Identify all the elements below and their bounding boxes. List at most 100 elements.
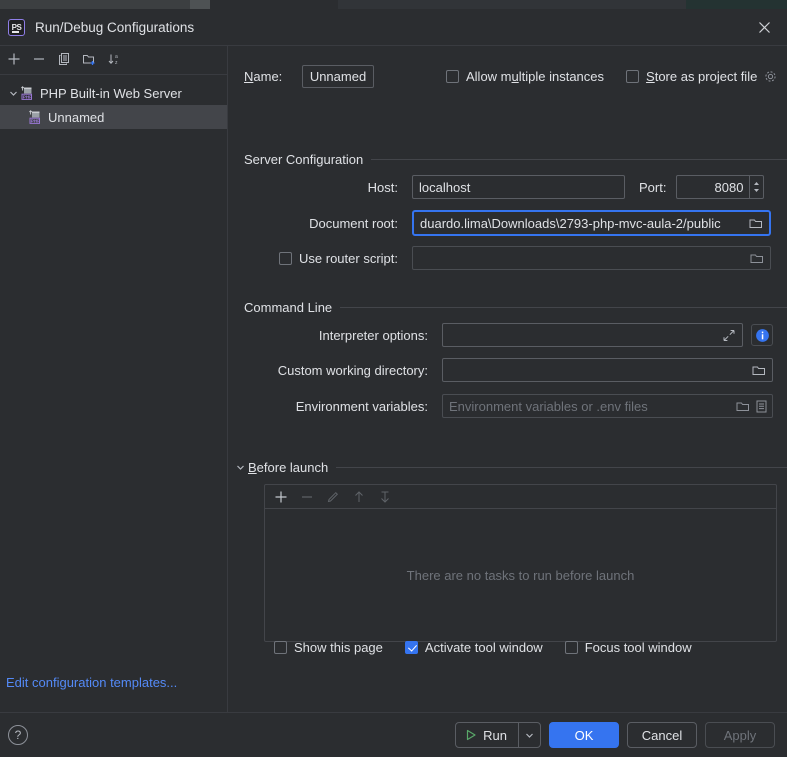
browse-folder-icon[interactable] xyxy=(748,252,766,265)
environment-variables-list-icon[interactable] xyxy=(752,400,770,413)
environment-variables-row: Environment variables: Environment varia… xyxy=(244,394,787,418)
store-as-project-file-label: Store as project file xyxy=(646,68,758,84)
focus-tool-window-label: Focus tool window xyxy=(584,640,692,655)
allow-multiple-instances-checkbox[interactable]: Allow multiple instances xyxy=(446,69,604,84)
before-launch-section-header: Before launch xyxy=(232,460,787,475)
remove-task-button xyxy=(295,486,319,508)
add-configuration-button[interactable] xyxy=(2,48,26,70)
run-button[interactable]: Run xyxy=(456,723,518,747)
copy-configuration-button[interactable] xyxy=(52,48,76,70)
help-icon[interactable]: ? xyxy=(8,725,28,745)
checkbox-box[interactable] xyxy=(404,641,418,654)
environment-variables-placeholder: Environment variables or .env files xyxy=(449,398,648,414)
run-button-label: Run xyxy=(483,727,507,743)
dialog-title: Run/Debug Configurations xyxy=(35,19,195,35)
expand-editor-icon[interactable] xyxy=(720,329,738,342)
use-router-script-label: Use router script: xyxy=(299,250,398,266)
before-launch-toolbar xyxy=(265,485,776,509)
store-as-project-file-checkbox[interactable]: Store as project file xyxy=(626,69,777,84)
launch-options-row: Show this page Activate tool window Focu… xyxy=(274,640,692,655)
checkbox-box[interactable] xyxy=(626,69,640,83)
use-router-script-row: Use router script: xyxy=(244,246,787,270)
interpreter-options-label: Interpreter options: xyxy=(318,327,428,343)
command-line-section-header: Command Line xyxy=(244,300,787,315)
dialog-title-bar: PS Run/Debug Configurations xyxy=(0,9,787,45)
section-rule xyxy=(340,307,787,308)
php-server-icon: PHP xyxy=(28,109,43,125)
run-debug-configurations-dialog: PS Run/Debug Configurations a z PHP PHP … xyxy=(0,0,787,757)
play-icon xyxy=(465,729,477,741)
add-task-button[interactable] xyxy=(269,486,293,508)
before-launch-empty-message: There are no tasks to run before launch xyxy=(406,567,635,583)
port-label: Port: xyxy=(639,179,667,195)
activate-tool-window-label: Activate tool window xyxy=(424,640,543,655)
custom-working-directory-label: Custom working directory: xyxy=(277,362,428,378)
checkbox-box[interactable] xyxy=(274,641,287,654)
ok-button[interactable]: OK xyxy=(549,722,619,748)
name-row: Name: Unnamed Allow multiple instances S… xyxy=(244,64,787,88)
server-configuration-section-header: Server Configuration xyxy=(244,152,787,167)
dialog-footer: ? Run OK Cancel Apply xyxy=(0,712,787,757)
chevron-down-icon[interactable] xyxy=(232,463,248,472)
show-this-page-checkbox[interactable]: Show this page xyxy=(274,640,383,655)
edit-configuration-templates-link[interactable]: Edit configuration templates... xyxy=(6,675,177,690)
checkbox-box[interactable] xyxy=(564,641,578,654)
focus-tool-window-checkbox[interactable]: Focus tool window xyxy=(564,640,692,655)
host-row: Host: localhost Port: 8080 xyxy=(244,175,787,199)
section-rule xyxy=(371,159,787,160)
name-label: Name: xyxy=(244,68,283,84)
tree-node-php-built-in-web-server[interactable]: PHP PHP Built-in Web Server xyxy=(0,81,227,105)
browse-folder-icon[interactable] xyxy=(750,364,768,377)
phpstorm-ps-icon: PS xyxy=(8,18,25,36)
svg-text:z: z xyxy=(115,60,118,66)
document-root-input[interactable]: duardo.lima\Downloads\2793-php-mvc-aula-… xyxy=(412,210,771,236)
host-value: localhost xyxy=(419,179,471,195)
port-value: 8080 xyxy=(714,179,744,195)
browse-folder-icon[interactable] xyxy=(747,217,765,230)
chevron-down-icon[interactable] xyxy=(6,89,20,98)
name-input[interactable]: Unnamed xyxy=(302,64,374,88)
edit-task-button xyxy=(321,486,345,508)
custom-working-directory-row: Custom working directory: xyxy=(244,358,787,382)
configurations-toolbar: a z xyxy=(0,46,227,72)
apply-button: Apply xyxy=(705,722,775,748)
port-spinner-arrows[interactable] xyxy=(749,176,763,198)
dialog-buttons: Run OK Cancel Apply xyxy=(455,722,775,748)
show-this-page-label: Show this page xyxy=(294,640,383,655)
remove-configuration-button[interactable] xyxy=(27,48,51,70)
tree-node-label: Unnamed xyxy=(48,109,105,125)
activate-tool-window-checkbox[interactable]: Activate tool window xyxy=(404,640,543,655)
use-router-script-checkbox[interactable] xyxy=(279,251,293,265)
run-dropdown-button[interactable] xyxy=(518,723,540,747)
port-spinner[interactable]: 8080 xyxy=(676,175,765,199)
section-rule xyxy=(336,467,787,468)
tree-node-unnamed[interactable]: PHP Unnamed xyxy=(0,105,227,129)
sort-alphabetical-icon[interactable]: a z xyxy=(102,48,126,70)
document-root-row: Document root: duardo.lima\Downloads\279… xyxy=(244,210,787,236)
configurations-tree: PHP PHP Built-in Web Server PHP Unnamed xyxy=(0,79,227,129)
gear-icon[interactable] xyxy=(764,70,777,83)
checkbox-box[interactable] xyxy=(446,69,459,83)
browse-folder-icon[interactable] xyxy=(734,400,752,413)
custom-working-directory-input[interactable] xyxy=(442,358,773,382)
section-title: Server Configuration xyxy=(244,152,364,167)
new-folder-icon[interactable] xyxy=(77,48,101,70)
document-root-label: Document root: xyxy=(309,215,398,231)
background-window-strip xyxy=(0,0,787,9)
php-server-icon: PHP xyxy=(20,85,35,101)
close-icon[interactable] xyxy=(751,14,777,40)
interpreter-options-input[interactable] xyxy=(442,323,743,347)
environment-variables-input[interactable]: Environment variables or .env files xyxy=(442,394,773,418)
svg-text:PHP: PHP xyxy=(31,118,40,123)
svg-text:PHP: PHP xyxy=(23,94,32,99)
document-root-value: duardo.lima\Downloads\2793-php-mvc-aula-… xyxy=(420,215,721,231)
router-script-input[interactable] xyxy=(412,246,771,270)
environment-variables-label: Environment variables: xyxy=(295,398,428,414)
host-input[interactable]: localhost xyxy=(412,175,625,199)
before-launch-tasks-panel: There are no tasks to run before launch xyxy=(264,484,777,642)
move-task-down-button xyxy=(373,486,397,508)
interpreter-options-info-button[interactable] xyxy=(751,324,773,346)
cancel-button[interactable]: Cancel xyxy=(627,722,697,748)
host-label: Host: xyxy=(367,179,398,195)
allow-multiple-instances-label: Allow multiple instances xyxy=(466,68,605,84)
